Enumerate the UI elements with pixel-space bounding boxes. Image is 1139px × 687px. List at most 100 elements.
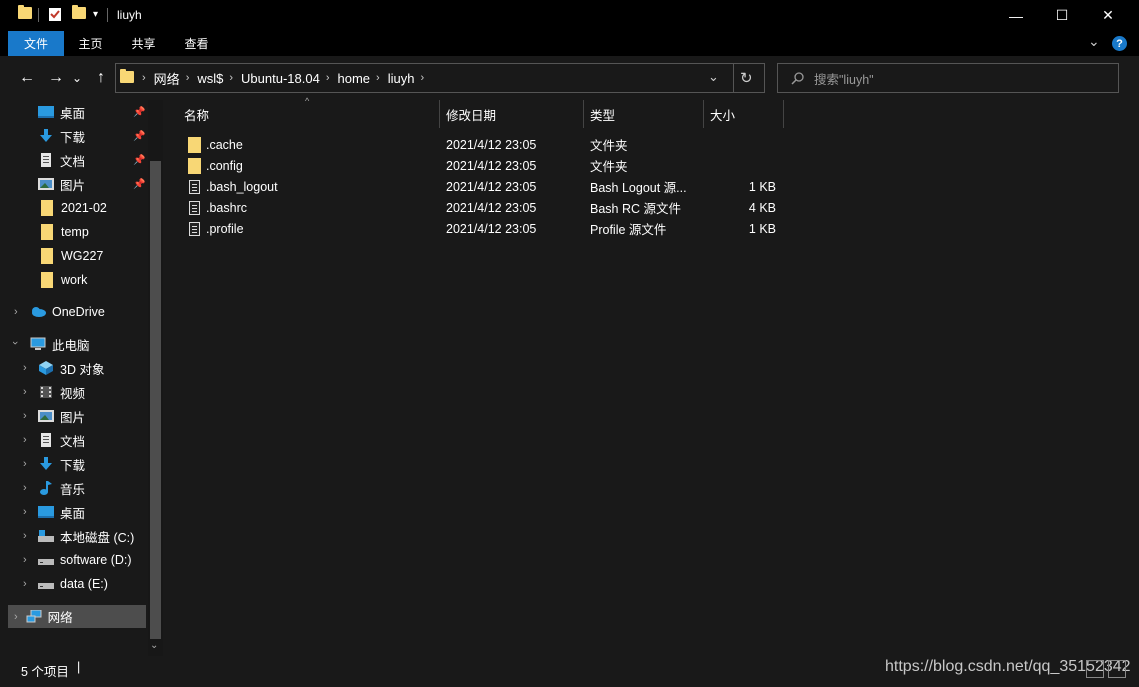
file-icon	[189, 218, 200, 239]
sidebar-item-wg227[interactable]: WG227	[38, 245, 148, 267]
breadcrumb-separator[interactable]: ›	[326, 72, 330, 84]
column-header-type[interactable]: 类型	[584, 100, 702, 128]
expand-chevron-icon[interactable]: ›	[23, 482, 27, 494]
breadcrumb-wsl[interactable]: wsl$	[197, 71, 223, 86]
sidebar-item-documents[interactable]: 文档 📌	[38, 149, 148, 171]
sidebar-item-onedrive[interactable]: OneDrive	[30, 301, 148, 323]
sidebar-scrollbar-thumb[interactable]	[150, 161, 161, 639]
sidebar-item-label: 图片	[60, 178, 86, 193]
address-bar[interactable]: › 网络 › wsl$ › Ubuntu-18.04 › home › liuy…	[115, 63, 765, 93]
file-row[interactable]: .bash_logout 2021/4/12 23:05 Bash Logout…	[163, 176, 1139, 197]
sidebar-item-network[interactable]: › 网络	[8, 605, 146, 628]
sidebar-item-label: 网络	[47, 611, 73, 625]
column-divider[interactable]	[783, 100, 784, 128]
help-icon[interactable]: ?	[1112, 36, 1127, 51]
expand-chevron-icon[interactable]: ›	[23, 554, 27, 566]
sidebar-item-this-pc[interactable]: 此电脑	[30, 333, 148, 355]
customize-quick-access-icon[interactable]: ▾	[93, 9, 98, 20]
breadcrumb-separator[interactable]: ›	[142, 72, 146, 84]
tab-file[interactable]: 文件	[8, 31, 64, 56]
expand-chevron-icon[interactable]: ›	[23, 578, 27, 590]
tab-share[interactable]: 共享	[117, 31, 170, 56]
close-button[interactable]: ✕	[1085, 0, 1131, 31]
sidebar-item-temp[interactable]: temp	[38, 221, 148, 243]
column-header-size[interactable]: 大小	[704, 100, 782, 128]
file-icon	[189, 197, 200, 218]
scroll-down-icon[interactable]: ⌄	[150, 640, 158, 651]
sidebar-item-pictures[interactable]: 图片 📌	[38, 173, 148, 195]
pin-icon[interactable]: 📌	[133, 155, 145, 166]
column-header-name[interactable]: 名称	[178, 100, 438, 128]
expand-chevron-icon[interactable]: ›	[23, 530, 27, 542]
breadcrumb-ubuntu[interactable]: Ubuntu-18.04	[241, 71, 320, 86]
sidebar-item-label: 下载	[60, 130, 86, 145]
breadcrumb-separator[interactable]: ›	[376, 72, 380, 84]
search-box[interactable]: 搜索"liuyh"	[777, 63, 1119, 93]
file-row[interactable]: .profile 2021/4/12 23:05 Profile 源文件 1 K…	[163, 218, 1139, 239]
network-icon	[26, 609, 42, 622]
drive-icon	[38, 583, 54, 589]
sidebar-item-desktop-pc[interactable]: 桌面	[38, 501, 148, 523]
file-row[interactable]: .cache 2021/4/12 23:05 文件夹	[163, 134, 1139, 155]
expand-chevron-icon[interactable]: ›	[23, 386, 27, 398]
expand-chevron-icon[interactable]: ›	[23, 506, 27, 518]
back-button[interactable]: ←	[16, 64, 38, 92]
expand-chevron-icon[interactable]: ›	[14, 611, 18, 623]
download-icon	[40, 129, 52, 142]
sidebar-item-drive-c[interactable]: 本地磁盘 (C:)	[38, 525, 148, 547]
pin-icon[interactable]: 📌	[133, 131, 145, 142]
file-row[interactable]: .config 2021/4/12 23:05 文件夹	[163, 155, 1139, 176]
sidebar-item-documents-pc[interactable]: 文档	[38, 429, 148, 451]
properties-icon[interactable]	[48, 7, 63, 22]
address-history-dropdown[interactable]: ⌄	[708, 69, 719, 85]
document-icon	[41, 153, 51, 167]
recent-locations-button[interactable]: ⌄	[69, 64, 85, 92]
sidebar-item-videos[interactable]: 视频	[38, 381, 148, 403]
folder-icon	[41, 272, 53, 288]
sidebar-item-downloads[interactable]: 下载 📌	[38, 125, 148, 147]
sidebar-item-label: 音乐	[60, 482, 86, 497]
sidebar-item-desktop[interactable]: 桌面 📌	[38, 101, 148, 123]
pin-icon[interactable]: 📌	[133, 107, 145, 118]
column-header-modified[interactable]: 修改日期	[440, 100, 582, 128]
sidebar-item-music[interactable]: 音乐	[38, 477, 148, 499]
sidebar-item-drive-d[interactable]: software (D:)	[38, 549, 148, 571]
breadcrumb-separator[interactable]: ›	[229, 72, 233, 84]
collapse-chevron-icon[interactable]: ›	[9, 341, 21, 345]
file-size: 4 KB	[748, 200, 776, 215]
expand-chevron-icon[interactable]: ›	[14, 306, 18, 318]
file-name: .bash_logout	[206, 179, 278, 194]
expand-chevron-icon[interactable]: ›	[23, 458, 27, 470]
refresh-button[interactable]: ↻	[740, 69, 753, 87]
sidebar-item-3d-objects[interactable]: 3D 对象	[38, 357, 148, 379]
maximize-button[interactable]: ☐	[1039, 0, 1085, 31]
up-button[interactable]: ↑	[90, 64, 112, 92]
breadcrumb-network[interactable]: 网络	[154, 69, 180, 88]
file-row[interactable]: .bashrc 2021/4/12 23:05 Bash RC 源文件 4 KB	[163, 197, 1139, 218]
sidebar-item-drive-e[interactable]: data (E:)	[38, 573, 148, 595]
breadcrumb-home[interactable]: home	[338, 71, 371, 86]
minimize-button[interactable]: —	[993, 0, 1039, 31]
computer-icon	[30, 337, 46, 350]
sidebar-item-work[interactable]: work	[38, 269, 148, 291]
file-modified: 2021/4/12 23:05	[446, 158, 537, 173]
expand-chevron-icon[interactable]: ›	[23, 410, 27, 422]
pin-icon[interactable]: 📌	[133, 179, 145, 190]
tab-home[interactable]: 主页	[64, 31, 117, 56]
large-icons-view-button[interactable]	[1108, 660, 1126, 678]
expand-ribbon-icon[interactable]: ⌄	[1088, 33, 1100, 50]
tab-view[interactable]: 查看	[170, 31, 223, 56]
new-folder-icon[interactable]	[72, 5, 86, 19]
forward-button[interactable]: →	[45, 64, 67, 92]
breadcrumb-separator[interactable]: ›	[186, 72, 190, 84]
sidebar-item-downloads-pc[interactable]: 下载	[38, 453, 148, 475]
expand-chevron-icon[interactable]: ›	[23, 434, 27, 446]
title-divider	[38, 8, 39, 22]
breadcrumb-liuyh[interactable]: liuyh	[388, 71, 415, 86]
breadcrumb-separator[interactable]: ›	[420, 72, 424, 84]
sidebar-item-label: work	[61, 273, 88, 287]
details-view-button[interactable]	[1086, 660, 1104, 678]
sidebar-item-pictures-pc[interactable]: 图片	[38, 405, 148, 427]
expand-chevron-icon[interactable]: ›	[23, 362, 27, 374]
sidebar-item-2021-02[interactable]: 2021-02	[38, 197, 148, 219]
